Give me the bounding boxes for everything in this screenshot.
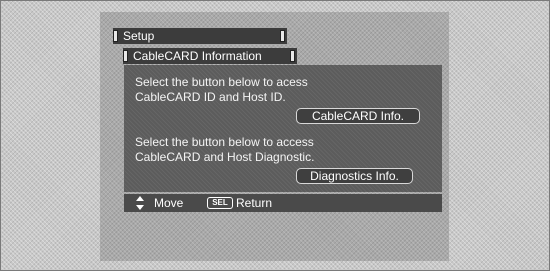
- content-area: Select the button below to acess CableCA…: [124, 65, 442, 192]
- cablecard-info-title: CableCARD Information: [133, 49, 262, 63]
- return-label: Return: [236, 196, 273, 210]
- diagnostics-instruction-line2: CableCARD and Host Diagnostic.: [135, 150, 315, 164]
- cablecard-instruction-line1: Select the button below to acess: [135, 75, 308, 89]
- sel-key-icon: SEL: [207, 197, 233, 209]
- cablecard-title-bar: CableCARD Information: [123, 48, 297, 64]
- subtitle-left-cap: [123, 50, 128, 62]
- diagnostics-instruction-line1: Select the button below to access: [135, 135, 314, 149]
- subtitle-right-cap: [290, 50, 295, 62]
- diagnostics-info-button[interactable]: Diagnostics Info.: [296, 168, 413, 184]
- up-down-arrow-icon: [136, 196, 144, 210]
- setup-title: Setup: [123, 29, 155, 43]
- move-label: Move: [154, 196, 184, 210]
- title-right-cap: [280, 30, 285, 42]
- title-left-cap: [113, 30, 118, 42]
- setup-title-bar: Setup: [113, 28, 287, 44]
- cablecard-info-button[interactable]: CableCARD Info.: [296, 108, 420, 124]
- cablecard-instruction-line2: CableCARD ID and Host ID.: [135, 90, 286, 104]
- footer-help-bar: Move SEL Return: [124, 194, 442, 212]
